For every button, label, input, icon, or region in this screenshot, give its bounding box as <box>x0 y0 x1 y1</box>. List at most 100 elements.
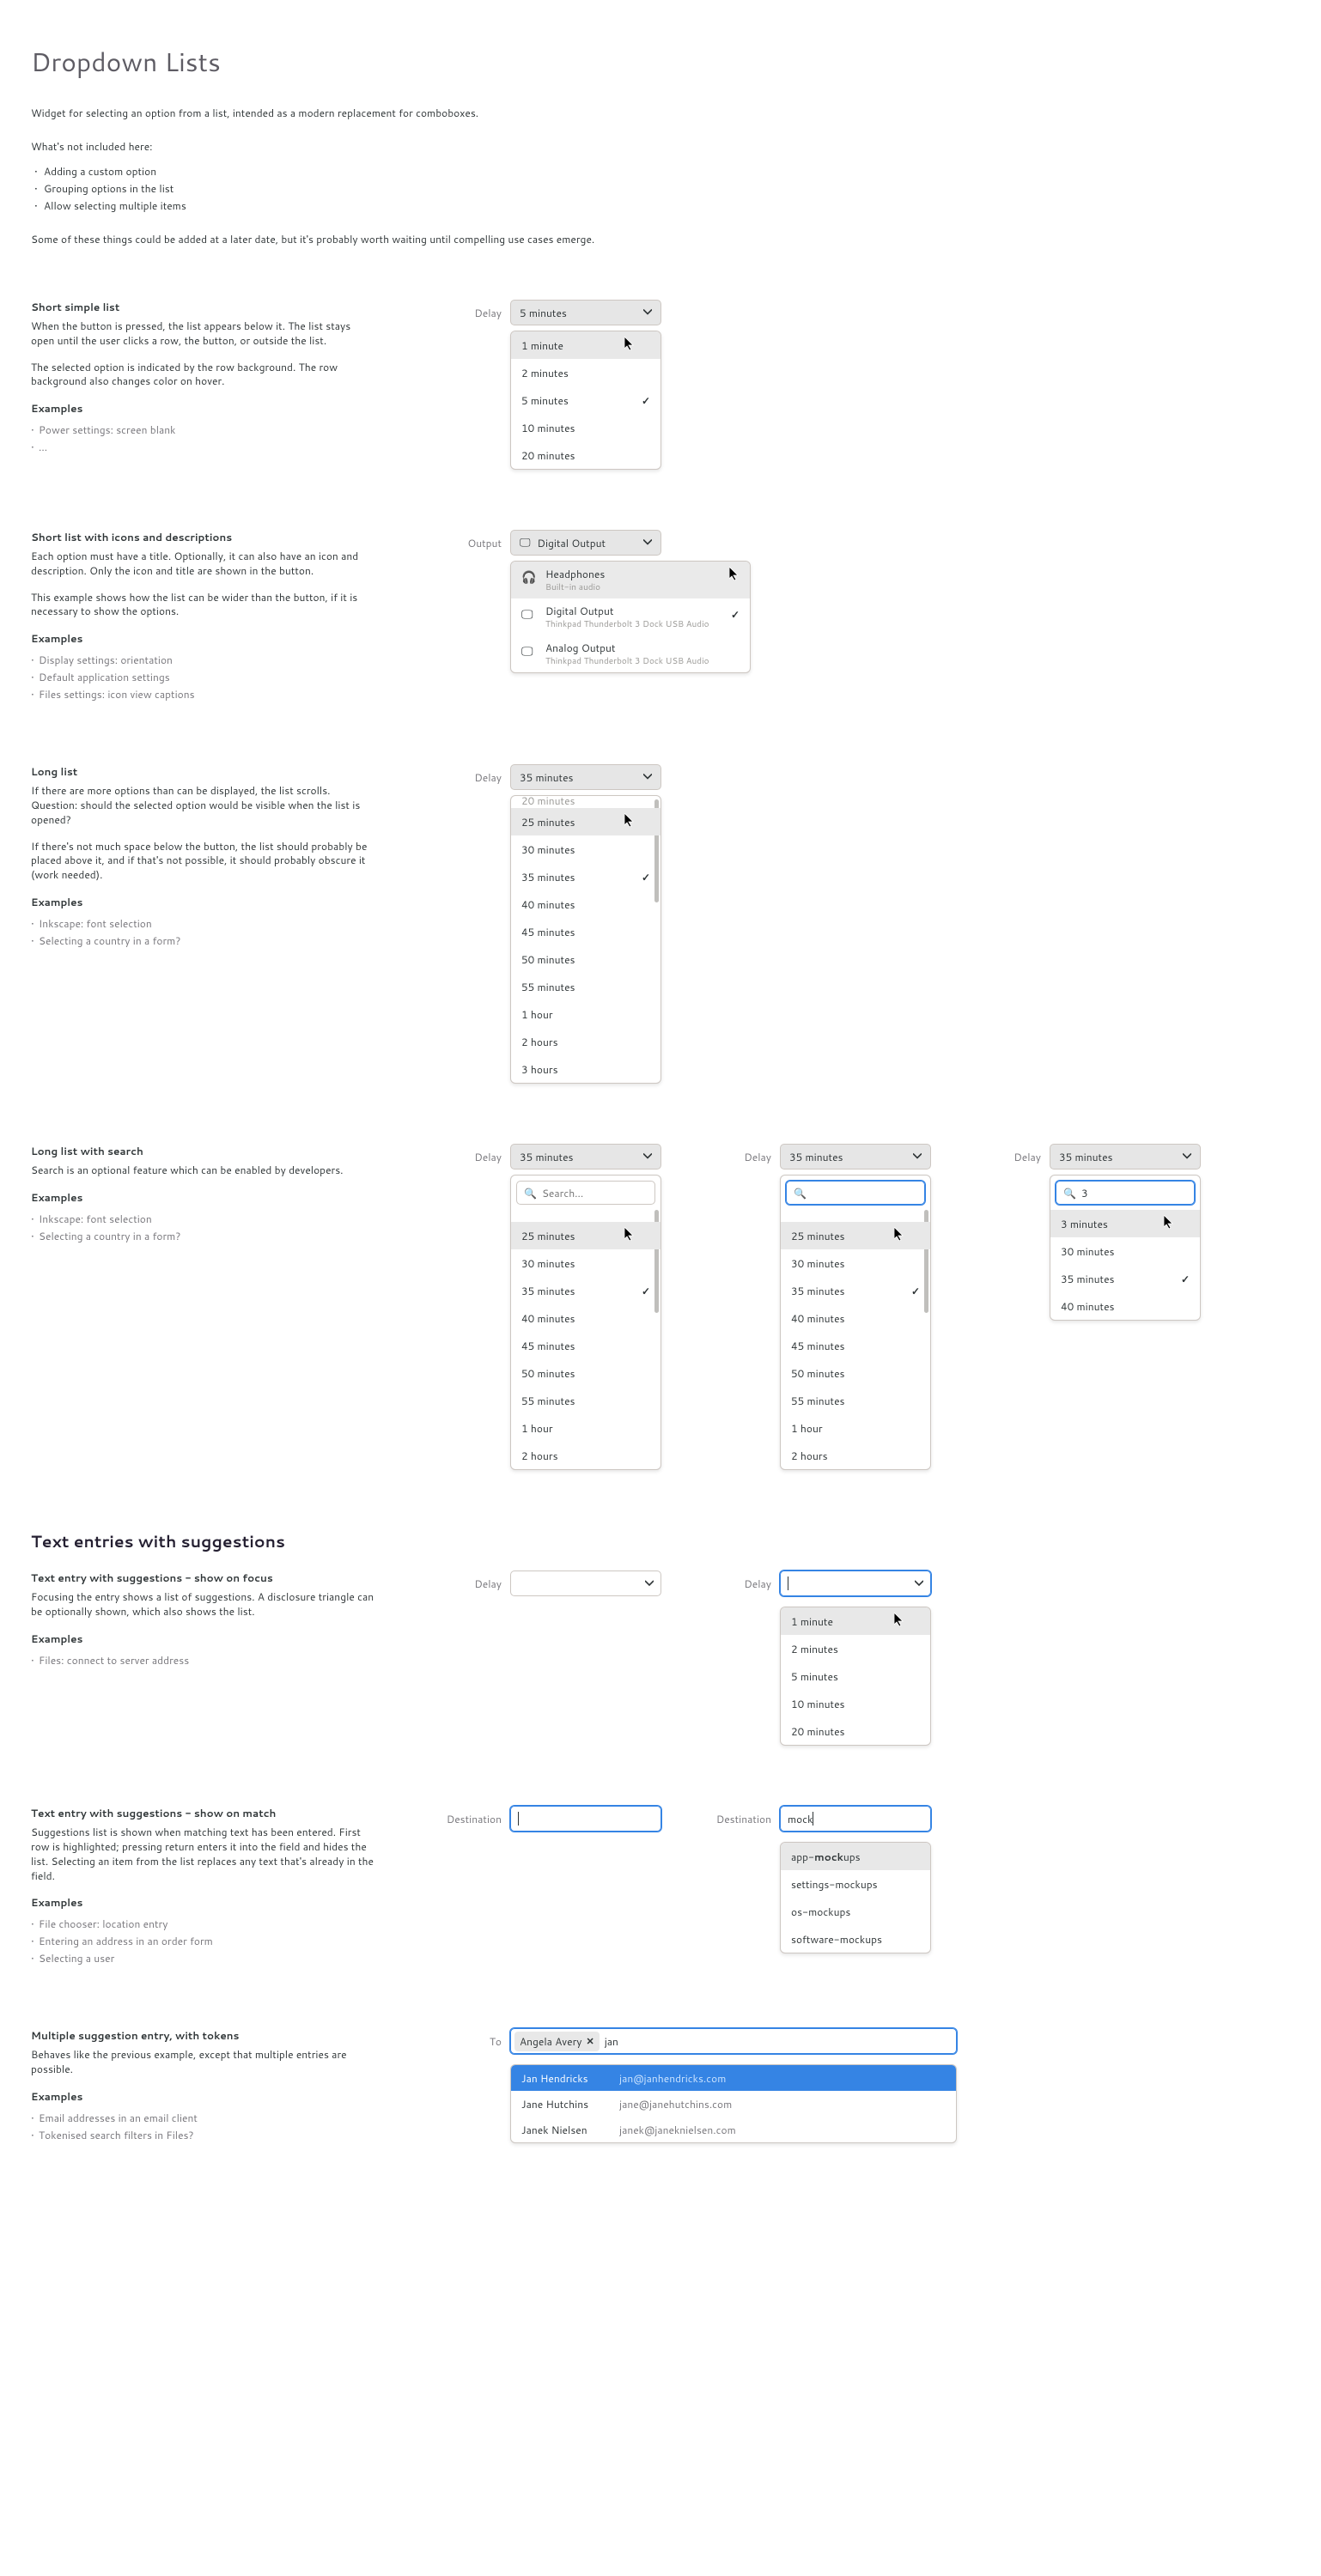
list-item[interactable]: 40 minutes <box>511 890 660 918</box>
list-item[interactable]: 50 minutes <box>511 945 660 973</box>
list-item[interactable]: 1 hour <box>511 1000 660 1028</box>
output-label: Output <box>426 536 502 550</box>
search-input[interactable]: 🔍 <box>786 1181 925 1205</box>
not-included-heading: What's not included here: <box>31 139 1290 154</box>
chevron-down-icon <box>1183 1150 1191 1164</box>
close-icon[interactable]: ✕ <box>586 2034 594 2048</box>
list-item[interactable]: software-mockups <box>781 1925 930 1953</box>
chevron-down-icon <box>913 1150 922 1164</box>
list-item[interactable]: 5 minutes <box>781 1662 930 1690</box>
dropdown-popup: 🔍3 3 minutes 30 minutes 35 minutes 40 mi… <box>1050 1175 1201 1321</box>
chevron-down-icon <box>643 1150 652 1164</box>
list-item[interactable]: Janek Nielsenjanek@janeknielsen.com <box>511 2117 956 2142</box>
cursor-icon <box>624 1227 635 1244</box>
list-item[interactable]: 🖵 Digital OutputThinkpad Thunderbolt 3 D… <box>511 598 750 635</box>
list-item[interactable]: 10 minutes <box>781 1690 930 1717</box>
note: Some of these things could be added at a… <box>31 232 1290 246</box>
not-included-list: Adding a custom option Grouping options … <box>34 164 1290 213</box>
dropdown-button[interactable]: 35 minutes <box>1050 1144 1201 1170</box>
dropdown-popup: 🎧 HeadphonesBuilt-in audio 🖵 Digital Out… <box>510 561 751 673</box>
list-item[interactable]: 40 minutes <box>781 1304 930 1332</box>
dropdown-popup: 1 minute 2 minutes 5 minutes 10 minutes … <box>510 331 661 470</box>
dropdown-button[interactable]: 35 minutes <box>780 1144 931 1170</box>
headphones-icon: 🎧 <box>521 568 537 586</box>
output-dropdown-button[interactable]: 🖵 Digital Output <box>510 530 661 556</box>
list-item[interactable]: 55 minutes <box>511 973 660 1000</box>
token[interactable]: Angela Avery✕ <box>514 2032 600 2051</box>
list-item[interactable]: 1 minute <box>511 331 660 359</box>
display-icon: 🖵 <box>521 605 537 623</box>
list-item[interactable]: 2 minutes <box>781 1635 930 1662</box>
list-item[interactable]: 35 minutes <box>511 1277 660 1304</box>
list-item[interactable]: 30 minutes <box>511 835 660 863</box>
list-item[interactable]: 30 minutes <box>1050 1237 1200 1265</box>
list-item[interactable]: 25 minutes <box>781 1222 930 1249</box>
list-item[interactable]: Jan Hendricksjan@janhendricks.com <box>511 2065 956 2091</box>
cursor-icon <box>894 1227 904 1244</box>
list-item[interactable]: 10 minutes <box>511 414 660 441</box>
list-item[interactable]: 40 minutes <box>511 1304 660 1332</box>
list-item[interactable]: 3 hours <box>511 1055 660 1083</box>
list-item[interactable]: 2 hours <box>511 1442 660 1469</box>
list-item[interactable]: 1 hour <box>511 1414 660 1442</box>
list-item[interactable]: app-mockups <box>781 1843 930 1870</box>
list-item[interactable]: 55 minutes <box>511 1387 660 1414</box>
dropdown-popup: 🔍 25 minutes 30 minutes 35 minutes 40 mi… <box>780 1175 931 1470</box>
chevron-down-icon <box>643 770 652 785</box>
search-icon: 🔍 <box>524 1186 537 1200</box>
list-item[interactable]: os-mockups <box>781 1898 930 1925</box>
list-item[interactable]: 2 hours <box>511 1028 660 1055</box>
search-input[interactable]: 🔍 <box>516 1181 655 1205</box>
list-item[interactable]: 20 minutes <box>511 441 660 469</box>
dropdown-popup: 20 minutes 25 minutes 30 minutes 35 minu… <box>510 795 661 1084</box>
list-item[interactable]: 🎧 HeadphonesBuilt-in audio <box>511 562 750 598</box>
cursor-icon <box>729 567 740 584</box>
list-item[interactable]: 30 minutes <box>781 1249 930 1277</box>
s1-title: Short simple list <box>31 300 374 314</box>
page-title: Dropdown Lists <box>31 43 1290 80</box>
list-item[interactable]: 3 minutes <box>1050 1210 1200 1237</box>
cursor-icon <box>894 1613 904 1630</box>
delay-dropdown-button[interactable]: 35 minutes <box>510 764 661 790</box>
chevron-down-icon <box>643 306 652 320</box>
list-item[interactable]: 🖵 Analog OutputThinkpad Thunderbolt 3 Do… <box>511 635 750 672</box>
list-item[interactable]: 50 minutes <box>781 1359 930 1387</box>
list-item[interactable]: 2 minutes <box>511 359 660 386</box>
list-item[interactable]: 45 minutes <box>511 918 660 945</box>
intro: Widget for selecting an option from a li… <box>31 106 1290 120</box>
list-item[interactable]: 30 minutes <box>511 1249 660 1277</box>
list-item[interactable]: 25 minutes <box>511 808 660 835</box>
destination-input[interactable]: mock <box>780 1806 931 1832</box>
list-item[interactable]: 35 minutes <box>1050 1265 1200 1292</box>
list-item[interactable]: 1 hour <box>781 1414 930 1442</box>
delay-dropdown-button[interactable]: 5 minutes <box>510 300 661 325</box>
to-input[interactable]: Angela Avery✕ jan <box>510 2028 957 2054</box>
list-item[interactable]: 5 minutes <box>511 386 660 414</box>
list-item[interactable]: settings-mockups <box>781 1870 930 1898</box>
check-icon: ✓ <box>731 607 740 622</box>
text-entry[interactable] <box>780 1571 931 1596</box>
search-input[interactable]: 🔍3 <box>1056 1181 1195 1205</box>
suggestions-popup: 1 minute 2 minutes 5 minutes 10 minutes … <box>780 1607 931 1746</box>
text-entry[interactable] <box>510 1571 661 1596</box>
cursor-icon <box>624 337 635 354</box>
dropdown-popup: 🔍 25 minutes 30 minutes 35 minutes 40 mi… <box>510 1175 661 1470</box>
list-item[interactable]: 35 minutes <box>781 1277 930 1304</box>
list-item[interactable]: 45 minutes <box>781 1332 930 1359</box>
list-item[interactable]: 2 hours <box>781 1442 930 1469</box>
list-item[interactable]: 1 minute <box>781 1607 930 1635</box>
list-item[interactable]: Jane Hutchinsjane@janehutchins.com <box>511 2091 956 2117</box>
list-item[interactable]: 20 minutes <box>781 1717 930 1745</box>
search-icon: 🔍 <box>794 1186 807 1200</box>
section-heading: Text entries with suggestions <box>31 1530 1290 1553</box>
dropdown-button[interactable]: 35 minutes <box>510 1144 661 1170</box>
delay-label: Delay <box>426 306 502 320</box>
list-item[interactable]: 50 minutes <box>511 1359 660 1387</box>
list-item[interactable]: 40 minutes <box>1050 1292 1200 1320</box>
destination-input[interactable] <box>510 1806 661 1832</box>
suggestions-popup: Jan Hendricksjan@janhendricks.com Jane H… <box>510 2064 957 2143</box>
list-item[interactable]: 25 minutes <box>511 1222 660 1249</box>
list-item[interactable]: 35 minutes <box>511 863 660 890</box>
list-item[interactable]: 45 minutes <box>511 1332 660 1359</box>
list-item[interactable]: 55 minutes <box>781 1387 930 1414</box>
